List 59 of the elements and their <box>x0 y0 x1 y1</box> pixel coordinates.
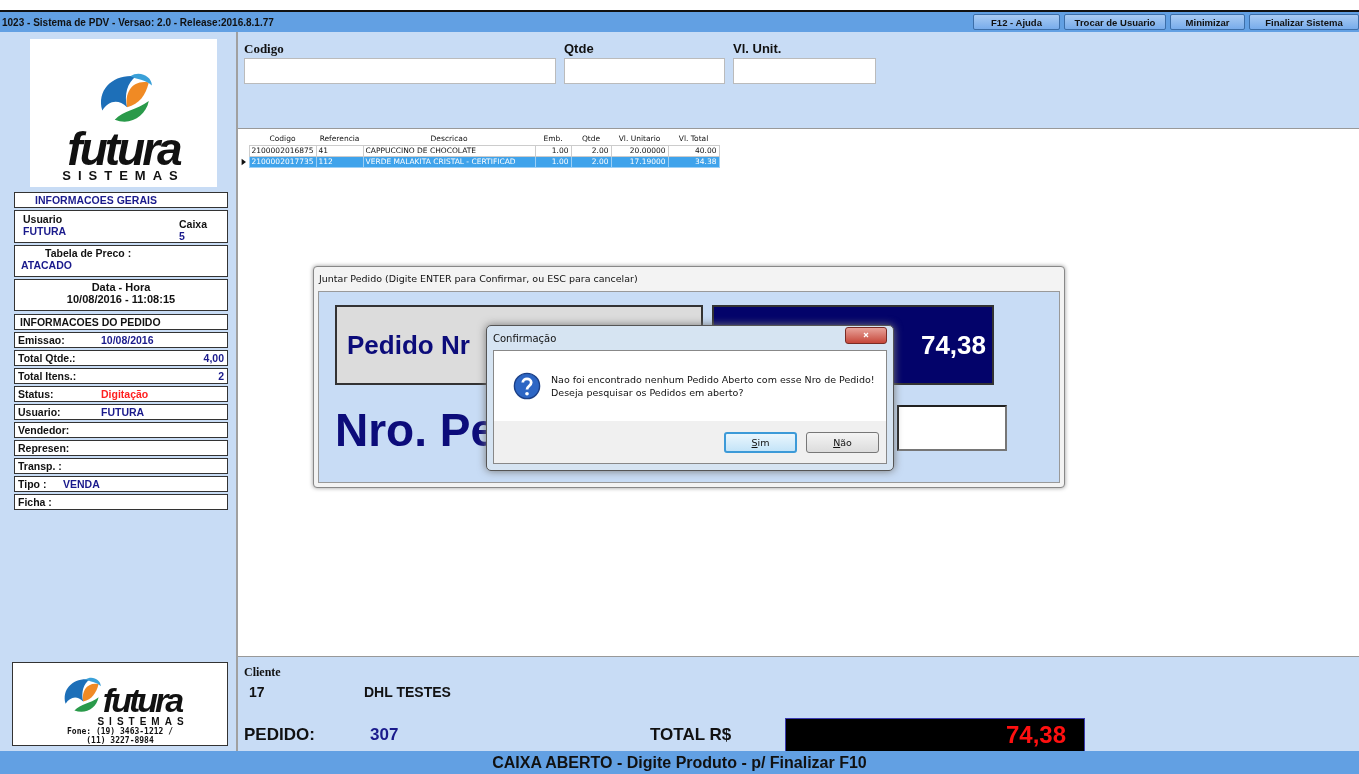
total-display: 74,38 <box>785 718 1085 752</box>
order-number-field[interactable] <box>897 405 1007 451</box>
field-label: Emissao: <box>18 334 66 346</box>
field-label: Qtde <box>564 40 595 55</box>
input-field[interactable] <box>733 58 876 84</box>
field-label: Total Qtde.: <box>18 352 76 364</box>
dialog-button[interactable]: Não <box>806 431 879 453</box>
question-icon <box>513 372 541 400</box>
field-value: Digitação <box>101 388 149 400</box>
logo-tagline: SISTEMAS <box>62 169 185 183</box>
close-icon[interactable] <box>861 330 871 340</box>
field-label: Represen: <box>18 442 71 454</box>
field-label: Usuario: <box>18 406 62 418</box>
register-value: 5 <box>178 230 186 242</box>
field-label: Vendedor: <box>18 424 71 436</box>
close-button[interactable] <box>845 326 887 344</box>
field-label: Transp. : <box>18 460 63 472</box>
price-table-value: ATACADO <box>21 259 73 271</box>
dialog-title: Juntar Pedido (Digite ENTER para Confirmar, ou ESC para cancelar) <box>318 272 639 286</box>
field-value: VENDA <box>63 478 100 490</box>
datetime-label: Data - Hora <box>91 281 151 293</box>
section-header: INFORMACOES GERAIS <box>14 192 228 208</box>
input-field[interactable] <box>244 58 556 84</box>
field-label: Status: <box>18 388 55 400</box>
client-name: DHL TESTES <box>364 684 451 700</box>
section-header: INFORMACOES DO PEDIDO <box>14 314 228 330</box>
field-label: Ficha : <box>18 496 53 508</box>
logo-tagline: SISTEMAS <box>97 717 189 727</box>
input-field[interactable] <box>564 58 725 84</box>
logo-text: futura <box>67 129 180 169</box>
order-label: PEDIDO: <box>244 725 316 745</box>
user-label: Usuario <box>23 213 64 225</box>
dialog-title: Confirmação <box>493 332 557 344</box>
total-label: TOTAL R$ <box>650 725 733 745</box>
status-bar: CAIXA ABERTO - Digite Produto - p/ Finalizar F10 <box>0 751 1359 774</box>
client-label: Cliente <box>244 665 282 680</box>
field-label: Vl. Unit. <box>733 40 783 55</box>
field-value: 2 <box>218 370 224 382</box>
field-label: Codigo <box>244 40 285 55</box>
window-title: 1023 - Sistema de PDV - Versao: 2.0 - Release:2016.8.1.77 <box>2 16 275 28</box>
datetime-value: 10/08/2016 - 11:08:15 <box>66 293 176 305</box>
field-label: Tipo : <box>18 478 48 490</box>
logo-text: futura <box>102 683 182 717</box>
field-value: FUTURA <box>101 406 145 418</box>
toolbar-button[interactable]: Minimizar <box>1170 14 1245 30</box>
phone-text: Fone: (19) 3463-1212 / (11) 3227-8984 <box>67 727 173 745</box>
price-table-label: Tabela de Preco : <box>44 247 133 259</box>
register-label: Caixa <box>178 218 207 230</box>
toolbar-button[interactable]: Finalizar Sistema <box>1249 14 1359 30</box>
order-number: 307 <box>370 725 400 745</box>
field-value: 10/08/2016 <box>101 334 154 346</box>
field-value: 4,00 <box>203 352 224 364</box>
client-code: 17 <box>248 684 266 700</box>
user-value: FUTURA <box>23 225 67 237</box>
dialog-button[interactable]: Sim <box>724 431 797 453</box>
field-label: Total Itens.: <box>18 370 77 382</box>
row-pointer-icon <box>240 156 248 167</box>
toolbar-button[interactable]: F12 - Ajuda <box>973 14 1060 30</box>
toolbar-button[interactable]: Trocar de Usuario <box>1064 14 1166 30</box>
